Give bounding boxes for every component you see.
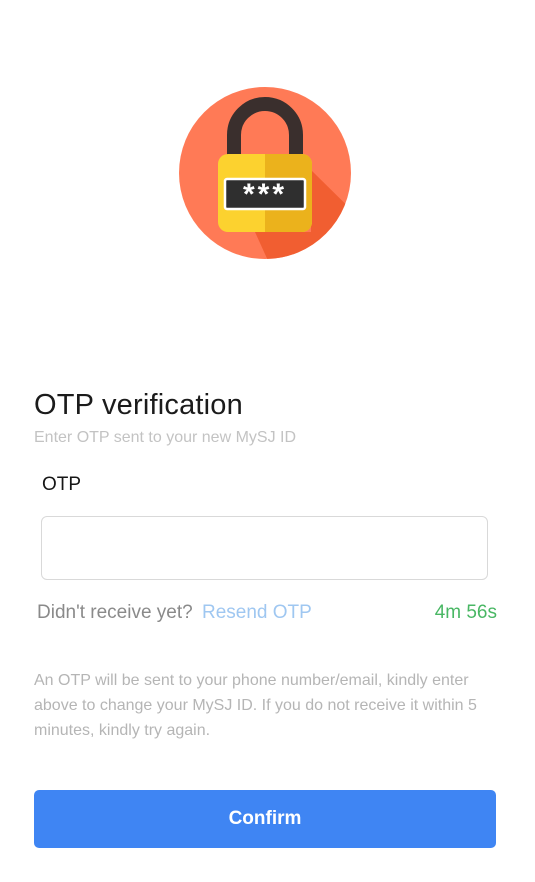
otp-input[interactable] bbox=[41, 516, 488, 580]
resend-row: Didn't receive yet? Resend OTP 4m 56s bbox=[37, 602, 497, 628]
resend-otp-link[interactable]: Resend OTP bbox=[202, 602, 312, 623]
confirm-button[interactable]: Confirm bbox=[34, 790, 496, 848]
otp-lock-icon: *** bbox=[179, 87, 351, 259]
otp-label: OTP bbox=[42, 474, 82, 495]
masked-code: *** bbox=[243, 178, 287, 211]
resend-question: Didn't receive yet? bbox=[37, 602, 193, 623]
page-subtitle: Enter OTP sent to your new MySJ ID bbox=[34, 429, 297, 446]
info-text: An OTP will be sent to your phone number… bbox=[34, 672, 477, 739]
resend-timer: 4m 56s bbox=[434, 602, 497, 623]
page-title: OTP verification bbox=[34, 389, 243, 421]
